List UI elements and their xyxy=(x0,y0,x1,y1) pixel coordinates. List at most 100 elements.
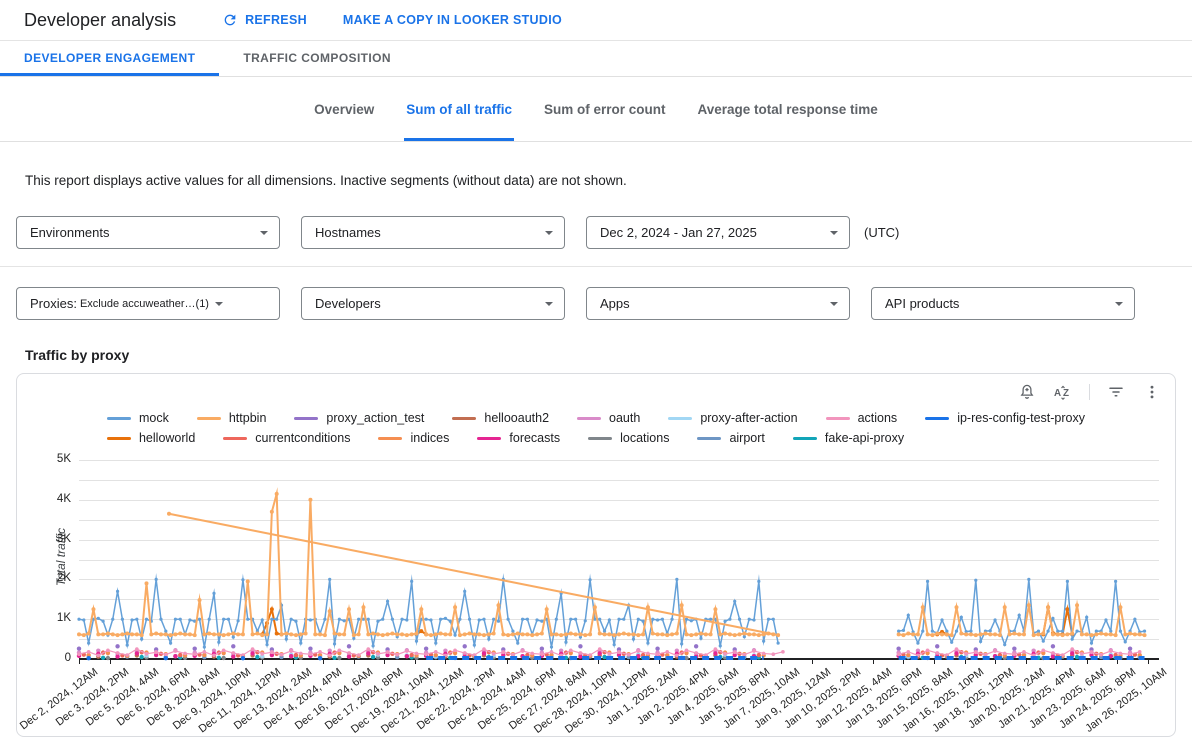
filter-icon[interactable] xyxy=(1106,382,1126,402)
legend-swatch xyxy=(925,417,949,420)
chevron-down-icon xyxy=(545,231,553,235)
chart-plot-area: Total traffic 01K2K3K4K5K Dec 2, 2024, 1… xyxy=(17,454,1175,736)
filter-label: Hostnames xyxy=(315,225,381,240)
legend-item-forecasts[interactable]: forecasts xyxy=(477,431,560,445)
legend-label: currentconditions xyxy=(255,431,350,445)
svg-text:A: A xyxy=(1054,388,1061,399)
legend-item-hellooauth2[interactable]: hellooauth2 xyxy=(452,411,549,425)
y-tick-label: 4K xyxy=(17,493,71,505)
legend-label: fake-api-proxy xyxy=(825,431,904,445)
filter-row-2: Proxies: Exclude accuweather…(1) Develop… xyxy=(0,287,1192,320)
legend-swatch xyxy=(107,417,131,420)
apps-filter[interactable]: Apps xyxy=(586,287,850,320)
legend-label: proxy_action_test xyxy=(326,411,424,425)
legend-swatch xyxy=(697,437,721,440)
legend-swatch xyxy=(588,437,612,440)
legend-label: helloworld xyxy=(139,431,195,445)
hostnames-filter[interactable]: Hostnames xyxy=(301,216,565,249)
legend-item-currentconditions[interactable]: currentconditions xyxy=(223,431,350,445)
legend-swatch xyxy=(378,437,402,440)
legend-item-oauth[interactable]: oauth xyxy=(577,411,640,425)
metric-subtabs: Overview Sum of all traffic Sum of error… xyxy=(0,77,1192,142)
legend-swatch xyxy=(477,437,501,440)
filter-value: Exclude accuweather…(1) xyxy=(80,298,209,310)
chevron-down-icon xyxy=(545,302,553,306)
make-copy-button[interactable]: MAKE A COPY IN LOOKER STUDIO xyxy=(343,12,562,28)
subtab-average-total-response-time[interactable]: Average total response time xyxy=(682,77,894,141)
subtab-overview[interactable]: Overview xyxy=(298,77,390,141)
legend-label: locations xyxy=(620,431,669,445)
legend-item-airport[interactable]: airport xyxy=(697,431,764,445)
legend-item-proxy-after-action[interactable]: proxy-after-action xyxy=(668,411,797,425)
subtab-sum-of-all-traffic[interactable]: Sum of all traffic xyxy=(390,77,528,141)
legend-row-1: mock httpbin proxy_action_test hellooauth2 o… xyxy=(107,408,1085,428)
filter-label: Developers xyxy=(315,296,381,311)
header-actions: REFRESH MAKE A COPY IN LOOKER STUDIO xyxy=(222,12,562,28)
traffic-by-proxy-chart-card: A Z mock httpbin proxy_action_test hellooau… xyxy=(16,373,1176,737)
legend-item-ip-res-config-test-proxy[interactable]: ip-res-config-test-proxy xyxy=(925,411,1085,425)
filter-label: Apps xyxy=(600,296,630,311)
legend-swatch xyxy=(668,417,692,420)
filter-label: Dec 2, 2024 - Jan 27, 2025 xyxy=(600,225,757,240)
refresh-label: REFRESH xyxy=(245,13,307,27)
legend-swatch xyxy=(577,417,601,420)
legend-label: oauth xyxy=(609,411,640,425)
legend-item-mock[interactable]: mock xyxy=(107,411,169,425)
legend-label: airport xyxy=(729,431,764,445)
chevron-down-icon xyxy=(215,302,223,306)
legend-label: actions xyxy=(858,411,898,425)
legend-item-locations[interactable]: locations xyxy=(588,431,669,445)
chart-section-title: Traffic by proxy xyxy=(25,347,1167,363)
legend-item-proxy_action_test[interactable]: proxy_action_test xyxy=(294,411,424,425)
legend-item-fake-api-proxy[interactable]: fake-api-proxy xyxy=(793,431,904,445)
filter-label: Proxies: xyxy=(30,296,77,311)
tab-traffic-composition[interactable]: TRAFFIC COMPOSITION xyxy=(219,41,415,76)
legend-label: proxy-after-action xyxy=(700,411,797,425)
y-tick-label: 3K xyxy=(17,533,71,545)
legend-label: ip-res-config-test-proxy xyxy=(957,411,1085,425)
filter-label: Environments xyxy=(30,225,109,240)
utc-label: (UTC) xyxy=(864,225,899,240)
chart-toolbar: A Z xyxy=(1017,382,1162,402)
legend-swatch xyxy=(294,417,318,420)
y-tick-label: 5K xyxy=(17,453,71,465)
legend-label: forecasts xyxy=(509,431,560,445)
more-vert-icon[interactable] xyxy=(1142,382,1162,402)
page-title: Developer analysis xyxy=(24,10,176,31)
api-products-filter[interactable]: API products xyxy=(871,287,1135,320)
subtab-sum-of-error-count[interactable]: Sum of error count xyxy=(528,77,682,141)
chevron-down-icon xyxy=(1115,302,1123,306)
y-tick-label: 0 xyxy=(17,652,71,664)
legend-swatch xyxy=(826,417,850,420)
chevron-down-icon xyxy=(260,231,268,235)
legend-item-indices[interactable]: indices xyxy=(378,431,449,445)
sort-alpha-icon[interactable]: A Z xyxy=(1053,382,1073,402)
legend-swatch xyxy=(107,437,131,440)
legend-label: httpbin xyxy=(229,411,267,425)
refresh-button[interactable]: REFRESH xyxy=(222,12,307,28)
toolbar-divider xyxy=(1089,384,1090,400)
legend-row-2: helloworld currentconditions indices foreca… xyxy=(107,428,1085,448)
developers-filter[interactable]: Developers xyxy=(301,287,565,320)
report-header: Developer analysis REFRESH MAKE A COPY I… xyxy=(0,0,1192,41)
legend-label: hellooauth2 xyxy=(484,411,549,425)
legend-item-actions[interactable]: actions xyxy=(826,411,898,425)
add-alert-icon[interactable] xyxy=(1017,382,1037,402)
legend-item-httpbin[interactable]: httpbin xyxy=(197,411,267,425)
y-tick-label: 1K xyxy=(17,612,71,624)
legend-swatch xyxy=(223,437,247,440)
environments-filter[interactable]: Environments xyxy=(16,216,280,249)
refresh-icon xyxy=(222,12,238,28)
chevron-down-icon xyxy=(830,231,838,235)
chart-legend: mock httpbin proxy_action_test hellooauth2 o… xyxy=(17,408,1175,448)
tab-developer-engagement[interactable]: DEVELOPER ENGAGEMENT xyxy=(0,41,219,76)
legend-item-helloworld[interactable]: helloworld xyxy=(107,431,195,445)
proxies-filter[interactable]: Proxies: Exclude accuweather…(1) xyxy=(16,287,280,320)
svg-text:Z: Z xyxy=(1063,388,1069,399)
report-tabs: DEVELOPER ENGAGEMENT TRAFFIC COMPOSITION xyxy=(0,41,1192,77)
legend-label: mock xyxy=(139,411,169,425)
filter-label: API products xyxy=(885,296,959,311)
y-tick-label: 2K xyxy=(17,572,71,584)
date-range-filter[interactable]: Dec 2, 2024 - Jan 27, 2025 xyxy=(586,216,850,249)
legend-swatch xyxy=(197,417,221,420)
